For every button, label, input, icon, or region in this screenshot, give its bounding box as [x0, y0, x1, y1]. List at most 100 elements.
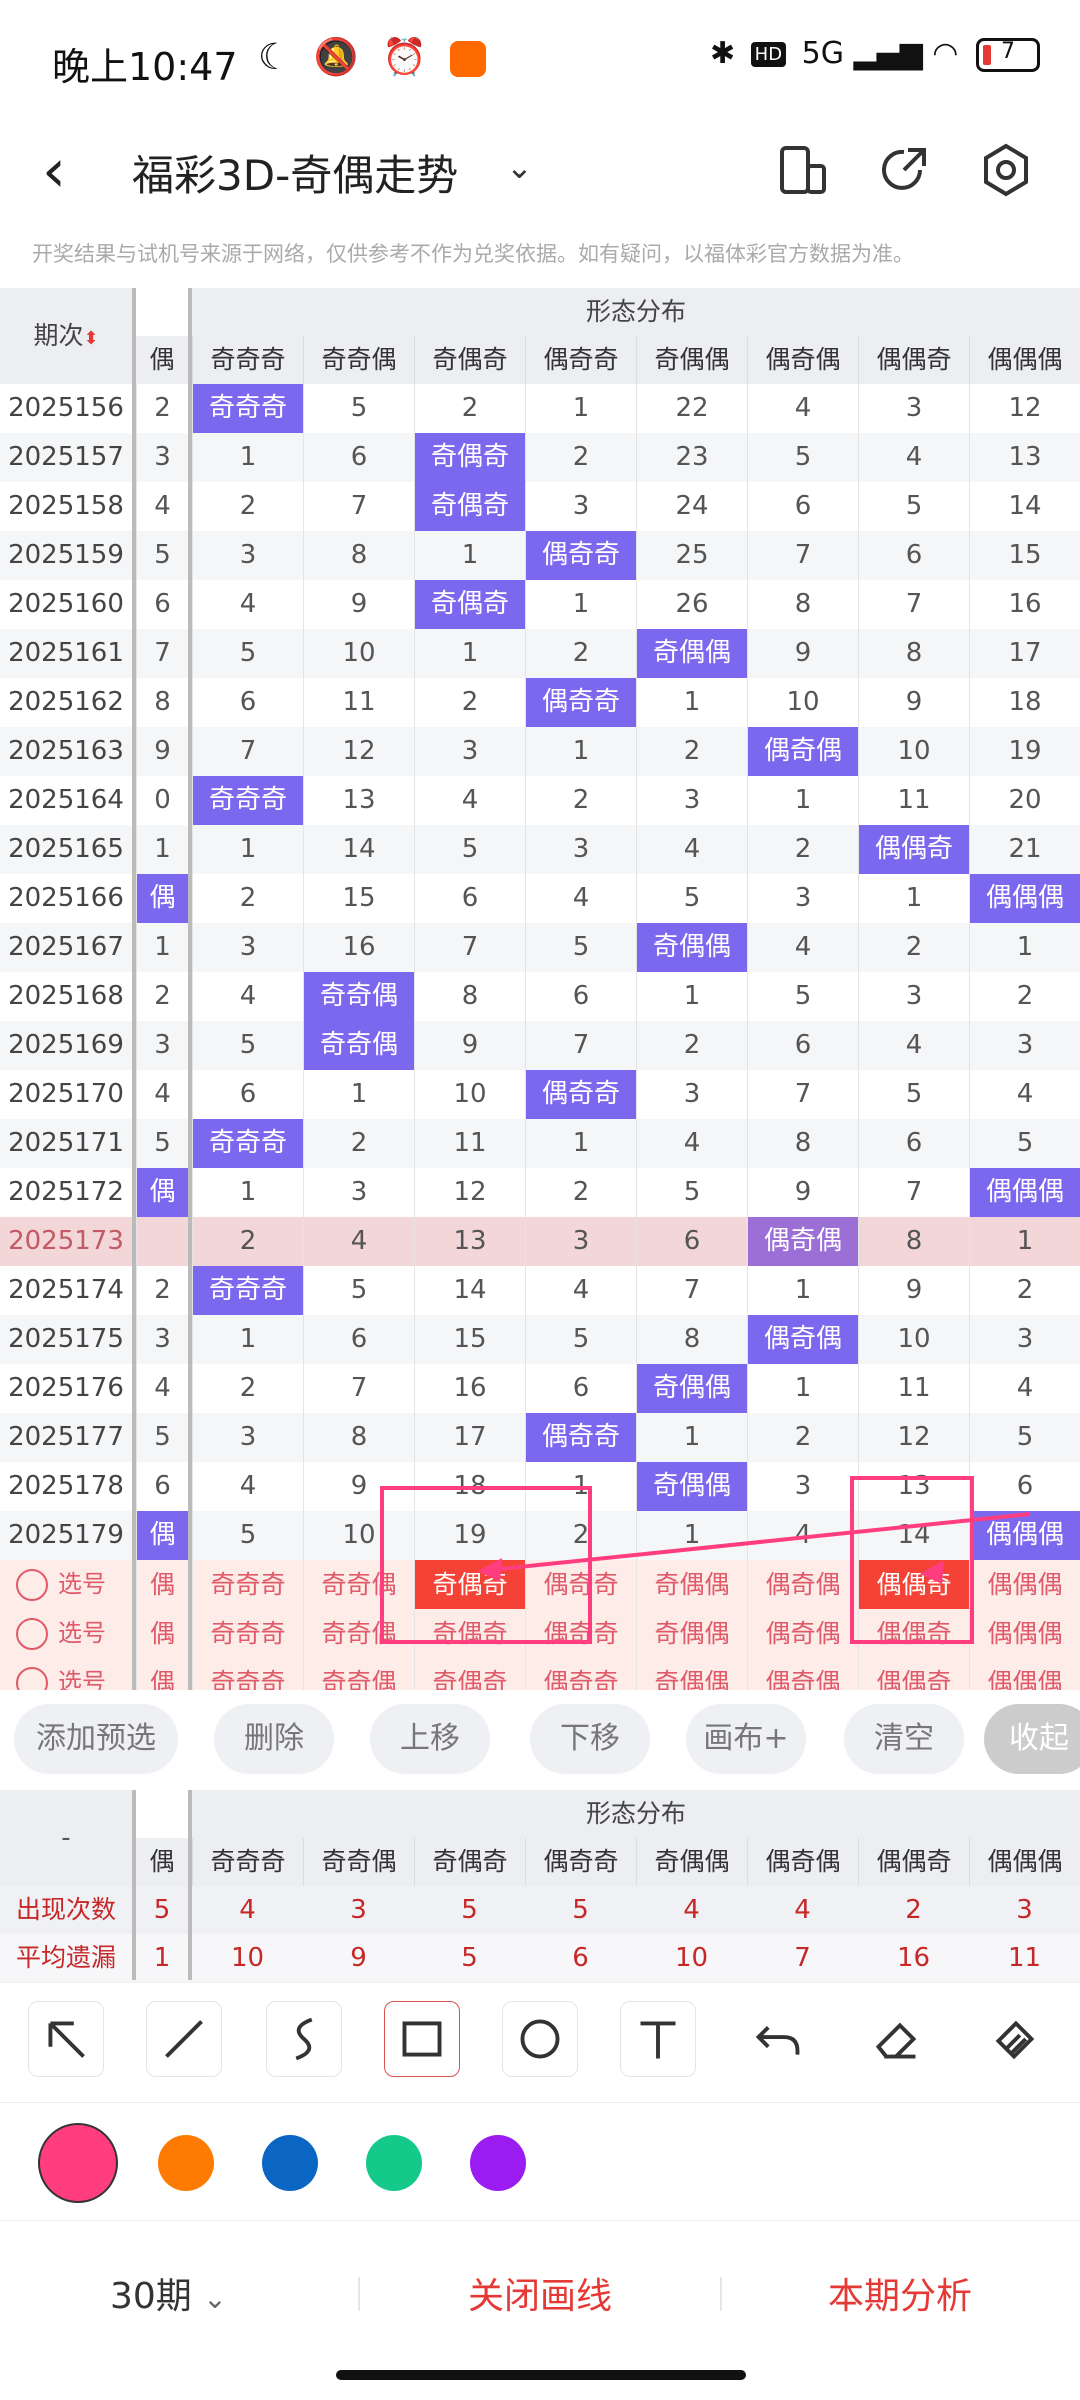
select-option-cell[interactable]: 奇奇偶: [303, 1658, 414, 1690]
select-option-cell[interactable]: 偶偶偶: [969, 1609, 1080, 1658]
curve-icon[interactable]: [266, 2001, 342, 2077]
move-down-button[interactable]: 下移: [530, 1704, 650, 1774]
period-cell: 2025172: [8, 1177, 124, 1207]
circle-icon[interactable]: [502, 2001, 578, 2077]
miss-count-cell: 11: [303, 678, 414, 727]
color-swatch[interactable]: [40, 2125, 116, 2201]
period-cell: 2025174: [8, 1275, 124, 1305]
select-option-cell[interactable]: 奇偶偶: [636, 1609, 747, 1658]
miss-count-cell: 4: [636, 825, 747, 874]
home-indicator[interactable]: [336, 2370, 746, 2380]
prev-column-cell: 4: [136, 1364, 188, 1413]
miss-count-cell: 2: [192, 482, 303, 531]
stats-value-cell: 4: [239, 1895, 256, 1925]
period-cell: 2025161: [8, 638, 124, 668]
select-option-cell[interactable]: 奇偶奇: [414, 1560, 525, 1609]
color-swatch[interactable]: [470, 2135, 526, 2191]
stats-column-header: 偶偶偶: [969, 1838, 1080, 1886]
select-option-cell[interactable]: 偶偶偶: [969, 1658, 1080, 1690]
radio-icon[interactable]: [16, 1618, 48, 1650]
select-option-cell[interactable]: 奇偶偶: [636, 1560, 747, 1609]
miss-count-cell: 15: [414, 1315, 525, 1364]
miss-count-cell: 1: [525, 1119, 636, 1168]
add-preselect-button[interactable]: 添加预选: [14, 1704, 178, 1774]
undo-icon[interactable]: [740, 2001, 816, 2077]
settings-icon[interactable]: [974, 138, 1038, 202]
stats-value-cell: 10: [230, 1943, 265, 1973]
arrow-icon[interactable]: [28, 2001, 104, 2077]
close-lines-button[interactable]: 关闭画线: [360, 2267, 720, 2319]
miss-count-cell: 7: [414, 923, 525, 972]
miss-count-cell: 3: [969, 1315, 1080, 1364]
miss-count-cell: 1: [525, 384, 636, 433]
select-prev-cell[interactable]: 偶: [136, 1560, 188, 1609]
select-prev-cell[interactable]: 偶: [136, 1658, 188, 1690]
clear-icon[interactable]: [976, 2001, 1052, 2077]
select-option-cell[interactable]: 奇偶偶: [636, 1658, 747, 1690]
select-option-cell[interactable]: 奇奇奇: [192, 1658, 303, 1690]
prev-column-cell: 5: [136, 1413, 188, 1462]
collapse-button[interactable]: 收起: [984, 1704, 1080, 1774]
period-header[interactable]: 期次⬍: [0, 288, 132, 384]
miss-count-cell: 1: [525, 1462, 636, 1511]
period-count-selector[interactable]: 30期 ⌄: [110, 2267, 227, 2319]
canvas-button[interactable]: 画布+: [686, 1704, 806, 1774]
select-option-cell[interactable]: 偶奇奇: [525, 1609, 636, 1658]
period-analysis-button[interactable]: 本期分析: [730, 2267, 1070, 2319]
chevron-down-icon[interactable]: ⌄: [506, 148, 533, 186]
period-cell: 2025160: [8, 589, 124, 619]
select-option-cell[interactable]: 奇奇奇: [192, 1609, 303, 1658]
miss-count-cell: 6: [303, 1315, 414, 1364]
select-row-label[interactable]: 选号: [0, 1658, 132, 1690]
select-option-cell[interactable]: 偶奇奇: [525, 1658, 636, 1690]
miss-count-cell: 1: [192, 433, 303, 482]
back-icon[interactable]: ‹: [42, 136, 66, 206]
select-row-label[interactable]: 选号: [0, 1560, 132, 1609]
rectangle-icon[interactable]: [384, 2001, 460, 2077]
select-prev-cell[interactable]: 偶: [136, 1609, 188, 1658]
page-title[interactable]: 福彩3D-奇偶走势: [132, 142, 458, 203]
miss-count-cell: 1: [636, 678, 747, 727]
color-swatch[interactable]: [366, 2135, 422, 2191]
select-option-cell[interactable]: 偶奇偶: [747, 1609, 858, 1658]
clear-button[interactable]: 清空: [844, 1704, 964, 1774]
select-option-cell[interactable]: 偶偶奇: [858, 1560, 969, 1609]
text-icon[interactable]: [620, 2001, 696, 2077]
sort-icon[interactable]: ⬍: [83, 328, 98, 349]
line-icon[interactable]: [146, 2001, 222, 2077]
select-option-cell[interactable]: 偶偶偶: [969, 1560, 1080, 1609]
miss-count-cell: 9: [303, 580, 414, 629]
miss-count-cell: 12: [414, 1168, 525, 1217]
select-option-cell[interactable]: 奇奇奇: [192, 1560, 303, 1609]
select-option-cell[interactable]: 偶奇偶: [747, 1560, 858, 1609]
miss-count-cell: 5: [525, 923, 636, 972]
miss-count-cell: 7: [858, 1168, 969, 1217]
select-option-cell[interactable]: 偶偶奇: [858, 1609, 969, 1658]
radio-icon[interactable]: [16, 1667, 48, 1690]
share-icon[interactable]: [872, 138, 936, 202]
select-option-cell[interactable]: 奇偶奇: [414, 1658, 525, 1690]
layout-icon[interactable]: [770, 138, 834, 202]
move-up-button[interactable]: 上移: [370, 1704, 490, 1774]
miss-count-cell: 4: [192, 580, 303, 629]
select-option-cell[interactable]: 奇奇偶: [303, 1560, 414, 1609]
radio-icon[interactable]: [16, 1569, 48, 1601]
delete-button[interactable]: 删除: [214, 1704, 334, 1774]
select-option-cell[interactable]: 偶奇奇: [525, 1560, 636, 1609]
miss-count-cell: 9: [858, 1266, 969, 1315]
eraser-icon[interactable]: [858, 2001, 934, 2077]
prev-column-cell: 9: [136, 727, 188, 776]
color-swatch[interactable]: [262, 2135, 318, 2191]
select-option-cell[interactable]: 偶偶奇: [858, 1658, 969, 1690]
stats-group-header: 形态分布: [192, 1790, 1080, 1838]
select-option-cell[interactable]: 奇奇偶: [303, 1609, 414, 1658]
stats-value-cell: 9: [350, 1943, 367, 1973]
color-swatch[interactable]: [158, 2135, 214, 2191]
select-row-label[interactable]: 选号: [0, 1609, 132, 1658]
hd-badge: HD: [750, 42, 787, 67]
miss-count-cell: 23: [636, 433, 747, 482]
miss-count-cell: 2: [525, 1168, 636, 1217]
select-option-cell[interactable]: 偶奇偶: [747, 1658, 858, 1690]
miss-count-cell: 4: [747, 1511, 858, 1560]
select-option-cell[interactable]: 奇偶奇: [414, 1609, 525, 1658]
